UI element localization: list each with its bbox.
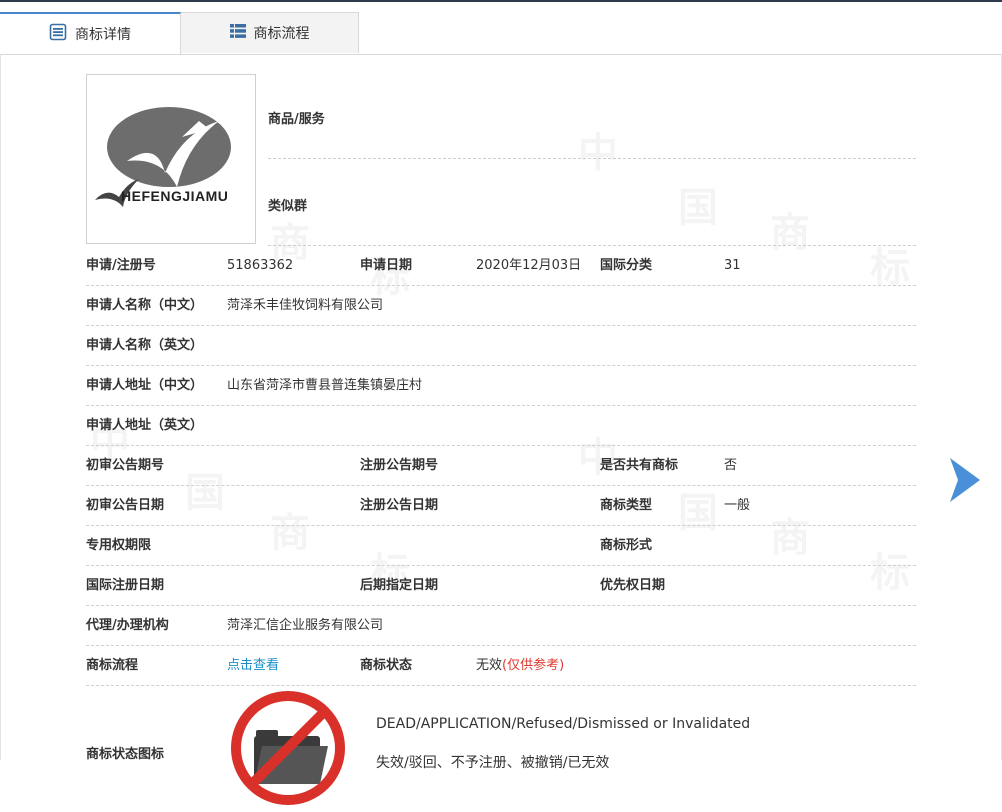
status-icon-label: 商标状态图标 (86, 747, 165, 762)
registration-announcement-date-label: 注册公告日期 (360, 498, 439, 513)
prelim-announcement-number-label: 初审公告期号 (86, 458, 165, 473)
top-border (0, 0, 1002, 2)
trademark-logo-image (95, 107, 231, 207)
logo-text: HEFENGJIAMU (121, 188, 229, 204)
row-process-status: 商标流程 点击查看 商标状态 无效(仅供参考) (86, 646, 916, 686)
row-applicant-address-cn: 申请人地址（中文） 山东省菏泽市曹县普连集镇晏庄村 (86, 366, 916, 406)
no-folder-icon (228, 688, 348, 808)
trademark-process-label: 商标流程 (86, 658, 139, 673)
row-intl-dates: 国际注册日期 后期指定日期 优先权日期 (86, 566, 916, 606)
row-applicant-name-cn: 申请人名称（中文） 菏泽禾丰佳牧饲料有限公司 (86, 286, 916, 326)
trademark-form-label: 商标形式 (600, 538, 653, 553)
status-description-en: DEAD/APPLICATION/Refused/Dismissed or In… (376, 716, 751, 732)
intl-class-value: 31 (724, 258, 741, 273)
document-icon (49, 23, 67, 45)
row-agency: 代理/办理机构 菏泽汇信企业服务有限公司 (86, 606, 916, 646)
priority-date-label: 优先权日期 (600, 578, 666, 593)
prelim-announcement-date-label: 初审公告日期 (86, 498, 165, 513)
row-registration: 申请/注册号 51863362 申请日期 2020年12月03日 国际分类 31 (86, 246, 916, 286)
status-text: 无效 (476, 658, 503, 673)
applicant-address-cn-value: 山东省菏泽市曹县普连集镇晏庄村 (227, 378, 423, 393)
intl-class-label: 国际分类 (600, 258, 653, 273)
tab-trademark-details[interactable]: 商标详情 (0, 12, 181, 54)
tab-bar: 商标详情 商标流程 (0, 12, 1002, 55)
trademark-status-value: 无效(仅供参考) (476, 646, 564, 686)
later-designation-date-label: 后期指定日期 (360, 578, 439, 593)
shared-trademark-label: 是否共有商标 (600, 458, 679, 473)
application-date-label: 申请日期 (360, 258, 413, 273)
reference-only-note: (仅供参考) (502, 658, 565, 673)
row-announcement-numbers: 初审公告期号 注册公告期号 是否共有商标 否 (86, 446, 916, 486)
status-description-cn: 失效/驳回、不予注册、被撤销/已无效 (376, 755, 610, 771)
tab-trademark-process[interactable]: 商标流程 (181, 12, 359, 53)
application-date-value: 2020年12月03日 (476, 258, 582, 273)
registration-announcement-number-label: 注册公告期号 (360, 458, 439, 473)
list-icon (229, 23, 246, 43)
trademark-type-value: 一般 (724, 498, 751, 513)
row-applicant-address-en: 申请人地址（英文） (86, 406, 916, 446)
shared-trademark-value: 否 (724, 458, 738, 473)
exclusive-right-period-label: 专用权期限 (86, 538, 152, 553)
applicant-address-en-label: 申请人地址（英文） (86, 418, 204, 433)
row-applicant-name-en: 申请人名称（英文） (86, 326, 916, 366)
goods-services-label: 商品/服务 (268, 112, 325, 127)
similar-group-label: 类似群 (268, 199, 308, 214)
trademark-status-label: 商标状态 (360, 658, 413, 673)
intl-registration-date-label: 国际注册日期 (86, 578, 165, 593)
view-process-link[interactable]: 点击查看 (227, 646, 279, 686)
tab-label: 商标流程 (253, 26, 310, 42)
divider (268, 158, 916, 159)
agency-label: 代理/办理机构 (86, 618, 169, 633)
registration-number-label: 申请/注册号 (86, 258, 156, 273)
registration-number-value: 51863362 (227, 258, 294, 273)
next-arrow-button[interactable] (946, 456, 982, 504)
agency-value: 菏泽汇信企业服务有限公司 (227, 618, 384, 633)
applicant-name-cn-value: 菏泽禾丰佳牧饲料有限公司 (227, 298, 384, 313)
trademark-logo: HEFENGJIAMU (86, 74, 256, 244)
row-exclusive-period: 专用权期限 商标形式 (86, 526, 916, 566)
applicant-name-cn-label: 申请人名称（中文） (86, 298, 204, 313)
row-announcement-dates: 初审公告日期 注册公告日期 商标类型 一般 (86, 486, 916, 526)
applicant-name-en-label: 申请人名称（英文） (86, 338, 204, 353)
tab-label: 商标详情 (75, 27, 131, 43)
applicant-address-cn-label: 申请人地址（中文） (86, 378, 204, 393)
trademark-type-label: 商标类型 (600, 498, 653, 513)
